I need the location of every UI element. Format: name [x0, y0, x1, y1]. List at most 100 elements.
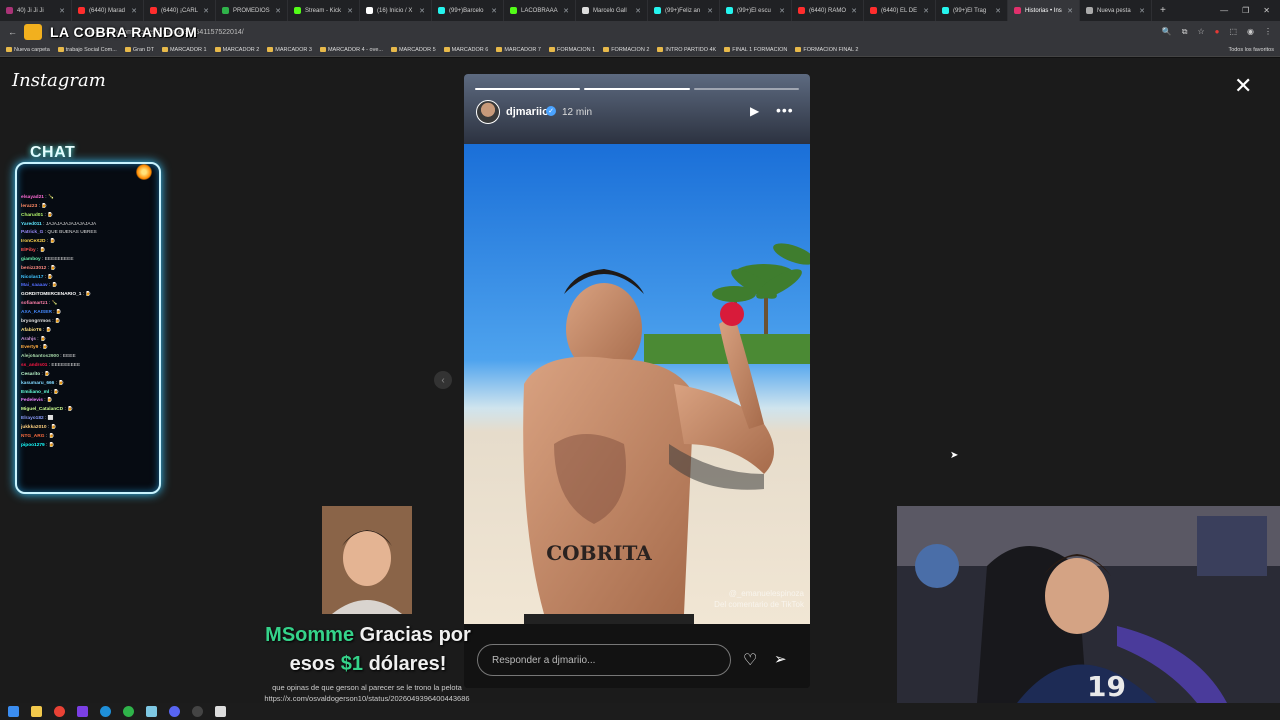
reply-input[interactable]: Responder a djmariio...	[477, 644, 731, 676]
install-icon[interactable]: ⧉	[1182, 27, 1188, 37]
chat-message: leraz23 : 🍺	[21, 203, 157, 212]
browser-tab[interactable]: Stream - Kick ✕	[288, 0, 360, 21]
tab-close-icon[interactable]: ✕	[923, 7, 929, 15]
bookmark-item[interactable]: INTRO PARTIDO 4K	[657, 47, 716, 53]
browser-tab[interactable]: (99+)El Trag ✕	[936, 0, 1008, 21]
bookmark-item[interactable]: FINAL 1 FORMACION	[724, 47, 787, 53]
back-icon[interactable]: ←	[8, 27, 17, 37]
bookmark-label: trabajo Social Com...	[65, 46, 117, 53]
tab-label: (16) Inicio / X	[377, 7, 413, 14]
tab-close-icon[interactable]: ✕	[419, 7, 425, 15]
notes-icon[interactable]	[146, 706, 157, 717]
extension-icon[interactable]: ●	[1215, 27, 1220, 37]
tab-close-icon[interactable]: ✕	[635, 7, 641, 15]
tab-close-icon[interactable]: ✕	[131, 7, 137, 15]
stream-brand: LA COBRA RANDOM	[50, 24, 198, 40]
obs-icon[interactable]	[192, 706, 203, 717]
bookmark-item[interactable]: FORMACION 2	[603, 47, 649, 53]
story-card: djmariio ✓ 12 min ▶ ••• COBRITA @_emanue…	[464, 74, 810, 688]
chat-message: AXA_KAISER : 🍺	[21, 309, 157, 318]
discord-icon[interactable]	[169, 706, 180, 717]
browser-tab[interactable]: (6440) EL DE ✕	[864, 0, 936, 21]
credit-source: Del comentario de TikTok	[714, 600, 804, 609]
tab-close-icon[interactable]: ✕	[995, 7, 1001, 15]
chat-username: kasumaru_666	[21, 380, 55, 386]
app-icon[interactable]	[77, 706, 88, 717]
chat-text: 🍺	[42, 345, 49, 351]
bookmark-item[interactable]: MARCADOR 5	[390, 47, 436, 53]
chat-username: sofiamartz1	[21, 301, 48, 307]
story-username[interactable]: djmariio	[506, 106, 549, 118]
tab-close-icon[interactable]: ✕	[275, 7, 281, 15]
browser-tab[interactable]: (6440) Marad ✕	[72, 0, 144, 21]
browser-tab[interactable]: 40) Ji Ji Ji ✕	[0, 0, 72, 21]
tab-label: Stream - Kick	[305, 7, 342, 14]
tab-favicon-icon	[726, 7, 733, 14]
donation-amount: $1	[340, 653, 364, 675]
heart-icon[interactable]: ♡	[743, 650, 757, 670]
chevron-left-icon[interactable]: ‹	[434, 371, 452, 389]
tab-close-icon[interactable]: ✕	[851, 7, 857, 15]
bookmark-item[interactable]: MARCADOR 1	[161, 47, 207, 53]
browser-tab[interactable]: (6440) ¡CARL ✕	[144, 0, 216, 21]
new-tab-icon[interactable]: +	[1152, 5, 1174, 16]
tab-close-icon[interactable]: ✕	[1139, 7, 1145, 15]
chrome-icon[interactable]	[54, 706, 65, 717]
bookmark-item[interactable]: MARCADOR 2	[214, 47, 259, 53]
bookmark-item[interactable]: trabajo Social Com...	[57, 46, 117, 53]
send-icon[interactable]: ➢	[774, 650, 787, 668]
edge-icon[interactable]	[100, 706, 111, 717]
restore-icon[interactable]: ❐	[1242, 6, 1249, 15]
play-icon[interactable]: ▶	[750, 104, 759, 118]
close-icon[interactable]: ✕	[1234, 75, 1252, 97]
star-icon[interactable]: ☆	[1197, 27, 1204, 37]
tab-close-icon[interactable]: ✕	[491, 7, 497, 15]
capture-icon[interactable]	[215, 706, 226, 717]
browser-tab[interactable]: (99+)El escu ✕	[720, 0, 792, 21]
menu-icon[interactable]: ⋮	[1264, 27, 1272, 37]
browser-tab[interactable]: Nueva pesta ✕	[1080, 0, 1152, 21]
chat-username: AXA_KAISER	[21, 309, 52, 315]
bookmark-item[interactable]: Gran DT	[124, 47, 154, 53]
browser-tab[interactable]: (16) Inicio / X ✕	[360, 0, 432, 21]
tab-label: Marcelo Gall	[593, 7, 627, 14]
browser-tab[interactable]: Marcelo Gall ✕	[576, 0, 648, 21]
tab-close-icon[interactable]: ✕	[563, 7, 569, 15]
zoom-icon[interactable]: 🔍	[1162, 27, 1172, 37]
bookmark-item[interactable]: MARCADOR 7	[496, 47, 541, 53]
browser-tab[interactable]: LACOBRAAA ✕	[504, 0, 576, 21]
tab-close-icon[interactable]: ✕	[779, 7, 785, 15]
all-bookmarks[interactable]: Todos los favoritos	[1228, 47, 1274, 53]
bookmark-label: INTRO PARTIDO 4K	[665, 46, 717, 53]
folder-icon[interactable]	[31, 706, 42, 717]
tab-close-icon[interactable]: ✕	[203, 7, 209, 15]
bookmark-item[interactable]: Nueva carpeta	[6, 47, 50, 53]
bookmark-item[interactable]: MARCADOR 4 - ove...	[319, 47, 383, 53]
window-close-icon[interactable]: ✕	[1263, 6, 1270, 15]
bookmark-item[interactable]: MARCADOR 6	[443, 47, 488, 53]
start-icon[interactable]	[8, 706, 19, 717]
tab-close-icon[interactable]: ✕	[1067, 7, 1073, 15]
minimize-icon[interactable]: —	[1220, 6, 1228, 15]
browser-tab-bar: 40) Ji Ji Ji ✕ (6440) Marad ✕ (6440) ¡CARL ✕ P…	[0, 0, 1280, 21]
browser-tab[interactable]: Historias • Ins ✕	[1008, 0, 1080, 21]
bookmark-item[interactable]: MARCADOR 3	[267, 47, 312, 53]
browser-tab[interactable]: (6440) RAMO ✕	[792, 0, 864, 21]
browser-tab[interactable]: (99+)Barcelo ✕	[432, 0, 504, 21]
bookmark-folder-icon	[319, 47, 326, 52]
avatar[interactable]	[476, 100, 500, 124]
browser-tab[interactable]: (99+)Feliz an ✕	[648, 0, 720, 21]
browser-tab[interactable]: PROMEDIOS ✕	[216, 0, 288, 21]
instagram-logo[interactable]: Instagram	[12, 70, 106, 91]
tab-close-icon[interactable]: ✕	[707, 7, 713, 15]
tab-close-icon[interactable]: ✕	[59, 7, 65, 15]
bookmark-item[interactable]: FORMACION 1	[548, 47, 595, 53]
bookmark-item[interactable]: FORMACION FINAL 2	[795, 47, 858, 53]
puzzle-icon[interactable]: ⬚	[1229, 27, 1237, 37]
more-icon[interactable]: •••	[776, 102, 794, 118]
tab-close-icon[interactable]: ✕	[347, 7, 353, 15]
xbox-icon[interactable]	[123, 706, 134, 717]
profile-icon[interactable]: ◉	[1247, 27, 1254, 37]
chat-username: Emiliano_ml	[21, 389, 50, 395]
chat-text: 🍾	[51, 301, 58, 307]
